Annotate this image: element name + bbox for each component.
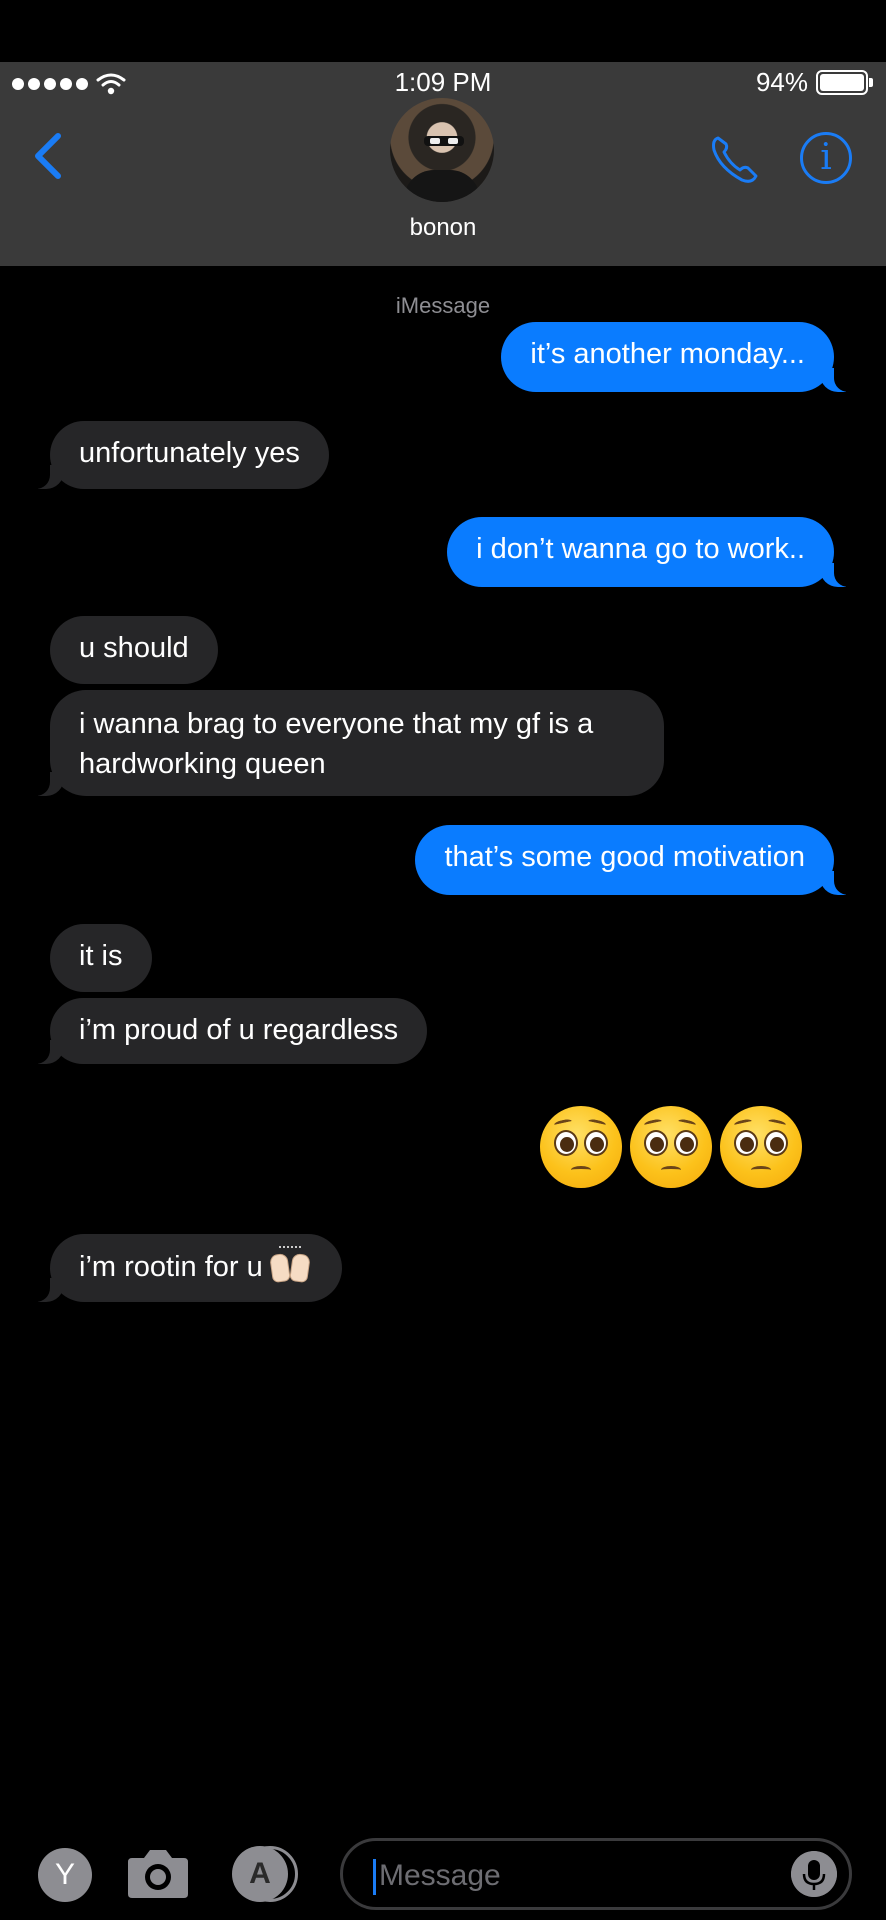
conversation-header: 1:09 PM 94% bonon i (0, 62, 886, 266)
pleading-face-emoji-icon (720, 1106, 802, 1188)
avatar-sunglasses (424, 136, 464, 146)
message-text: u should (79, 632, 189, 664)
message-text: i don’t wanna go to work.. (476, 533, 805, 565)
message-text: i’m proud of u regardless (79, 1014, 399, 1046)
app-store-button[interactable]: A (232, 1846, 304, 1902)
pleading-face-emoji-icon (630, 1106, 712, 1188)
message-field-container[interactable] (340, 1838, 852, 1910)
pleading-face-emoji-icon (540, 1106, 622, 1188)
emoji-message-sent[interactable] (540, 1106, 802, 1188)
microphone-icon[interactable] (791, 1851, 837, 1897)
message-text: that’s some good motivation (444, 841, 805, 873)
phone-call-icon[interactable] (708, 132, 762, 186)
message-text: unfortunately yes (79, 437, 300, 469)
message-input-bar: Y A (0, 1828, 886, 1920)
message-bubble-sent[interactable]: i don’t wanna go to work.. (447, 517, 854, 587)
message-text: it’s another monday... (530, 338, 805, 370)
battery-icon (816, 70, 873, 95)
contact-avatar[interactable] (390, 98, 494, 202)
camera-icon[interactable] (126, 1844, 190, 1900)
app-store-icon: A (249, 1857, 271, 1890)
message-bubble-received[interactable]: u should (50, 616, 218, 684)
contact-name[interactable]: bonon (0, 214, 886, 242)
message-text: i’m rootin for u (79, 1251, 263, 1283)
message-bubble-sent[interactable]: that’s some good motivation (415, 825, 854, 895)
text-cursor (373, 1859, 376, 1895)
status-bar: 1:09 PM 94% (0, 62, 886, 102)
battery-percentage: 94% (755, 67, 808, 97)
back-chevron-icon[interactable] (28, 128, 68, 184)
message-bubble-sent[interactable]: it’s another monday... (501, 322, 854, 392)
message-bubble-received[interactable]: i wanna brag to everyone that my gf is a… (30, 690, 664, 796)
service-label: iMessage (395, 293, 491, 318)
status-time: 1:09 PM (394, 67, 492, 97)
message-text: it is (79, 940, 123, 972)
app-drawer-button[interactable]: Y (38, 1848, 92, 1902)
info-icon[interactable]: i (800, 132, 852, 184)
message-text: i wanna brag to everyone that my gf is a… (79, 708, 594, 780)
message-bubble-received[interactable]: it is (50, 924, 152, 992)
message-bubble-received[interactable]: unfortunately yes (30, 421, 329, 489)
message-bubble-received[interactable]: i’m proud of u regardless (29, 998, 428, 1064)
message-bubble-received[interactable]: i’m rootin for u (30, 1234, 342, 1302)
raising-hands-emoji-icon (268, 1246, 313, 1284)
message-input[interactable] (379, 1853, 779, 1899)
